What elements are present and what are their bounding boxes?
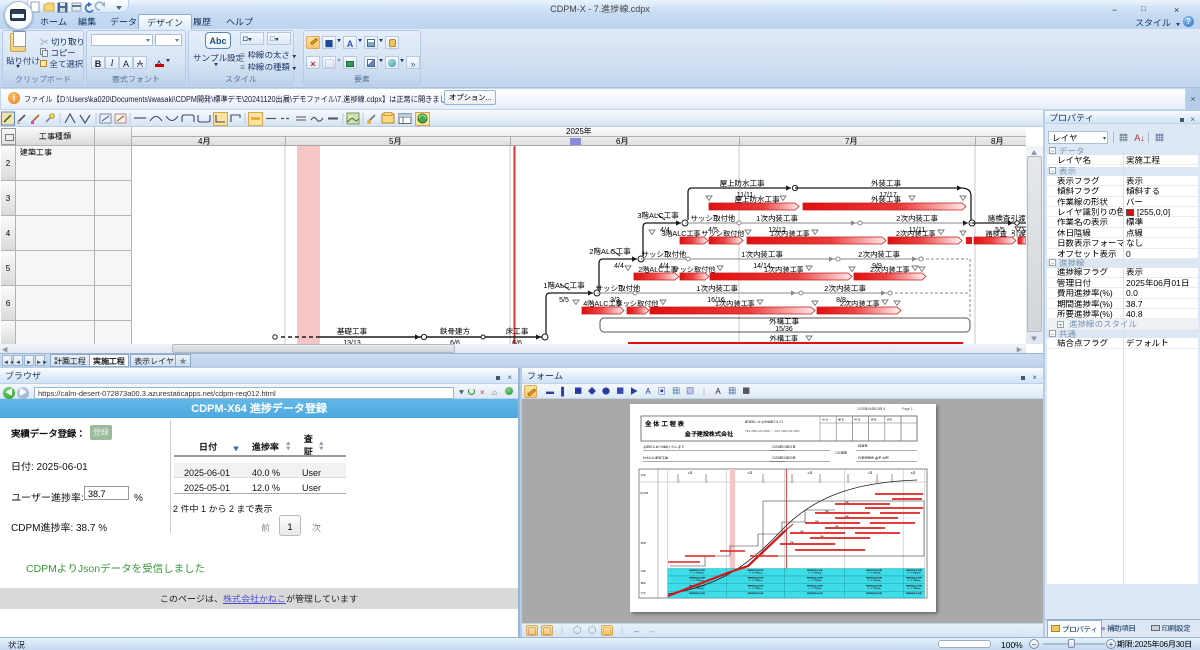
svg-text:1F~4F 内装仕上: 1F~4F 内装仕上: [749, 578, 763, 582]
svg-text:内装: 内装: [825, 510, 829, 513]
svg-text:基礎躯体工事/陸屋: 基礎躯体工事/陸屋: [806, 592, 823, 595]
svg-text:|: |: [850, 479, 851, 482]
svg-text:サッシ取付他: サッシ取付他: [691, 213, 736, 224]
svg-text:内装: 内装: [845, 501, 849, 504]
svg-text:4/4: 4/4: [614, 261, 624, 271]
svg-text:|: |: [736, 479, 737, 482]
svg-text:検 認: 検 認: [870, 418, 877, 422]
svg-text:内装: 内装: [835, 525, 839, 528]
svg-text:全 体 工 程 表: 全 体 工 程 表: [645, 419, 685, 428]
svg-text:外装工事: 外装工事: [871, 178, 901, 189]
svg-text:2次内装工事: 2次内装工事: [896, 213, 938, 224]
svg-text:会議: 会議: [640, 569, 647, 573]
svg-text:1F~4F 内装仕上: 1F~4F 内装仕上: [808, 571, 822, 575]
svg-text:Page 1: Page 1: [902, 406, 913, 411]
svg-text:TEL 0952-23-0000 ／ FAX 0952-23: TEL 0952-23-0000 ／ FAX 0952-23-0001: [745, 429, 800, 433]
svg-text:130日間: 130日間: [835, 450, 847, 455]
svg-text:審 査: 審 査: [837, 418, 844, 422]
svg-text:上記のとおり提出いたします: 上記のとおり提出いたします: [642, 444, 684, 449]
svg-text:7月: 7月: [868, 471, 873, 475]
svg-text:5/5: 5/5: [559, 295, 569, 305]
svg-text:1F~4F 内装仕上: 1F~4F 内装仕上: [690, 571, 704, 575]
svg-text:床工事: 床工事: [506, 326, 529, 337]
svg-text:サッシ取付他: サッシ取付他: [642, 249, 687, 260]
svg-text:4月: 4月: [688, 471, 693, 475]
svg-text:新潟県いか上州中町3-8-23: 新潟県いか上州中町3-8-23: [744, 419, 783, 424]
svg-text:承認: 承認: [886, 418, 893, 422]
svg-text:1F~4F 内装仕上: 1F~4F 内装仕上: [907, 571, 921, 575]
svg-text:2次内装工事: 2次内装工事: [858, 249, 900, 260]
svg-text:|: |: [765, 479, 766, 482]
svg-text:内装: 内装: [820, 535, 824, 538]
svg-text:1次内装工事: 1次内装工事: [756, 213, 798, 224]
svg-text:1F~4F 内装仕上: 1F~4F 内装仕上: [907, 586, 921, 590]
svg-text:|: |: [879, 479, 880, 482]
svg-text:諸検査: 諸検査: [988, 213, 1011, 224]
svg-text:基礎躯体工事/陸屋: 基礎躯体工事/陸屋: [747, 592, 764, 595]
svg-text:担 当: 担 当: [821, 418, 828, 422]
svg-text:基礎躯体工事/陸屋: 基礎躯体工事/陸屋: [688, 592, 705, 595]
svg-text:M大ビル新築工事: M大ビル新築工事: [643, 455, 669, 460]
svg-text:|: |: [680, 479, 681, 482]
svg-text:1F~4F 内装仕上: 1F~4F 内装仕上: [808, 578, 822, 582]
svg-text:1次内装工事: 1次内装工事: [741, 249, 783, 260]
svg-text:1F~4F 内装仕上: 1F~4F 内装仕上: [867, 586, 881, 590]
svg-text:1F~4F 内装仕上: 1F~4F 内装仕上: [690, 578, 704, 582]
svg-text:15/36: 15/36: [775, 324, 793, 334]
svg-text:|: |: [708, 479, 709, 482]
svg-text:1F~4F 内装仕上: 1F~4F 内装仕上: [808, 586, 822, 590]
svg-text:1F~4F 内装仕上: 1F~4F 内装仕上: [867, 571, 881, 575]
svg-text:照 査: 照 査: [853, 418, 860, 422]
svg-text:5月: 5月: [748, 471, 753, 475]
svg-text:代表取締役 金子 太郎: 代表取締役 金子 太郎: [857, 455, 888, 460]
svg-text:内装: 内装: [845, 515, 849, 518]
svg-text:金子建設株式会社: 金子建設株式会社: [684, 429, 734, 438]
svg-text:6月: 6月: [808, 471, 813, 475]
svg-text:8月: 8月: [911, 471, 916, 475]
svg-text:2次内装工事: 2次内装工事: [824, 283, 866, 294]
svg-text:検査: 検査: [640, 581, 647, 585]
svg-text:3階ALC工事: 3階ALC工事: [637, 210, 679, 221]
svg-text:内装: 内装: [815, 520, 819, 523]
svg-text:基礎躯体工事/陸屋: 基礎躯体工事/陸屋: [865, 592, 882, 595]
svg-text:内装: 内装: [800, 530, 804, 533]
svg-text:2025年06月30日: 2025年06月30日: [772, 455, 796, 460]
svg-text:引渡し: 引渡し: [1011, 213, 1026, 224]
svg-text:経過等: 経過等: [857, 443, 868, 448]
svg-text:1F~4F 内装仕上: 1F~4F 内装仕上: [907, 578, 921, 582]
svg-text:2025年06月03日 8: 2025年06月03日 8: [857, 406, 885, 411]
svg-text:基礎工事: 基礎工事: [337, 326, 367, 337]
svg-text:|: |: [822, 479, 823, 482]
svg-text:|: |: [794, 479, 795, 482]
svg-text:内装: 内装: [790, 541, 794, 544]
svg-text:1次内装工事: 1次内装工事: [696, 283, 738, 294]
svg-text:1F~4F 内装仕上: 1F~4F 内装仕上: [749, 586, 763, 590]
svg-text:1階ALC工事: 1階ALC工事: [543, 280, 585, 291]
svg-text:工程: 工程: [640, 473, 647, 477]
svg-text:1F~4F 内装仕上: 1F~4F 内装仕上: [749, 571, 763, 575]
svg-text:鉄骨建方: 鉄骨建方: [439, 326, 470, 337]
svg-text:1F~4F 内装仕上: 1F~4F 内装仕上: [867, 578, 881, 582]
svg-text:2階ALC工事: 2階ALC工事: [589, 246, 631, 257]
svg-text:安全: 安全: [641, 591, 647, 595]
svg-text:出来高: 出来高: [641, 491, 649, 495]
svg-text:基礎躯体工事/陸屋: 基礎躯体工事/陸屋: [905, 592, 922, 595]
svg-text:実績: 実績: [640, 541, 647, 545]
svg-text:屋上防水工事: 屋上防水工事: [720, 178, 765, 189]
svg-text:サッシ取付他: サッシ取付他: [596, 283, 641, 294]
svg-text:2025年04月01日: 2025年04月01日: [772, 444, 796, 449]
